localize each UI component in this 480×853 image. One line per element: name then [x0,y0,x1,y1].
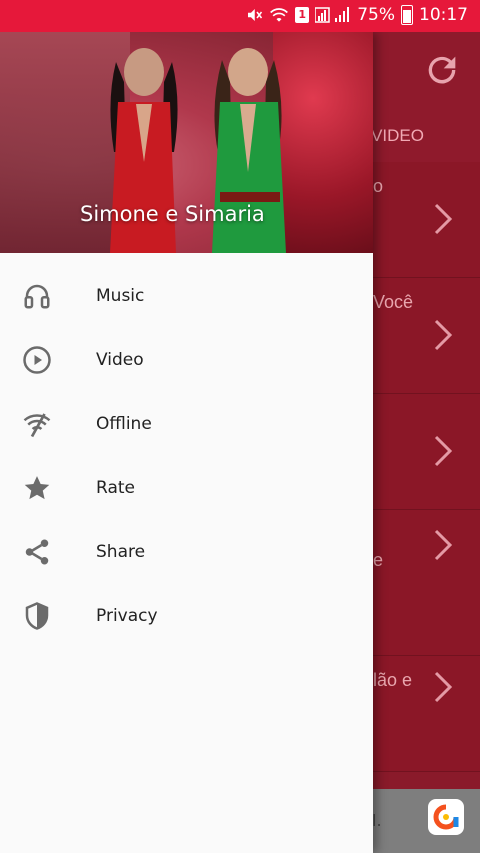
headphones-icon [22,281,52,311]
battery-icon [401,5,413,25]
drawer-header-title: Simone e Simaria [80,202,265,226]
drawer-menu: Music Video Offline Rate Share Privacy [0,264,373,648]
status-bar: 1 75% 10:17 [0,0,480,32]
list-item-title: Você [373,292,414,312]
share-icon [22,537,52,567]
mute-icon [245,6,263,24]
list-item-title: o [373,176,384,196]
wifi-off-icon [22,409,52,439]
chevron-right-icon [432,434,454,472]
refresh-icon[interactable] [422,50,462,90]
menu-item-label: Share [96,542,146,562]
signal-icon [315,6,351,24]
menu-item-label: Video [96,350,144,370]
menu-item-label: Privacy [96,606,158,626]
chevron-right-icon [432,202,454,240]
ad-logo-icon [428,799,464,835]
menu-item-music[interactable]: Music [0,264,373,328]
wifi-icon [269,6,289,24]
menu-item-video[interactable]: Video [0,328,373,392]
battery-percent: 75% [357,5,395,25]
menu-item-share[interactable]: Share [0,520,373,584]
sim-badge: 1 [295,7,310,23]
shield-icon [22,601,52,631]
ad-text: l. [372,811,382,830]
chevron-right-icon [432,318,454,356]
menu-item-privacy[interactable]: Privacy [0,584,373,648]
list-item-title: lão e [373,670,413,690]
menu-item-label: Music [96,286,145,306]
drawer-header: Simone e Simaria [0,32,373,253]
menu-item-label: Rate [96,478,135,498]
menu-item-label: Offline [96,414,152,434]
menu-item-offline[interactable]: Offline [0,392,373,456]
chevron-right-icon [432,528,454,566]
tab-video[interactable]: VIDEO [371,126,424,146]
list-item-title: e [373,550,384,570]
star-icon [22,473,52,503]
play-circle-icon [22,345,52,375]
clock: 10:17 [419,5,468,25]
navigation-drawer: Simone e Simaria Music Video Offline Rat… [0,32,373,853]
chevron-right-icon [432,670,454,708]
menu-item-rate[interactable]: Rate [0,456,373,520]
